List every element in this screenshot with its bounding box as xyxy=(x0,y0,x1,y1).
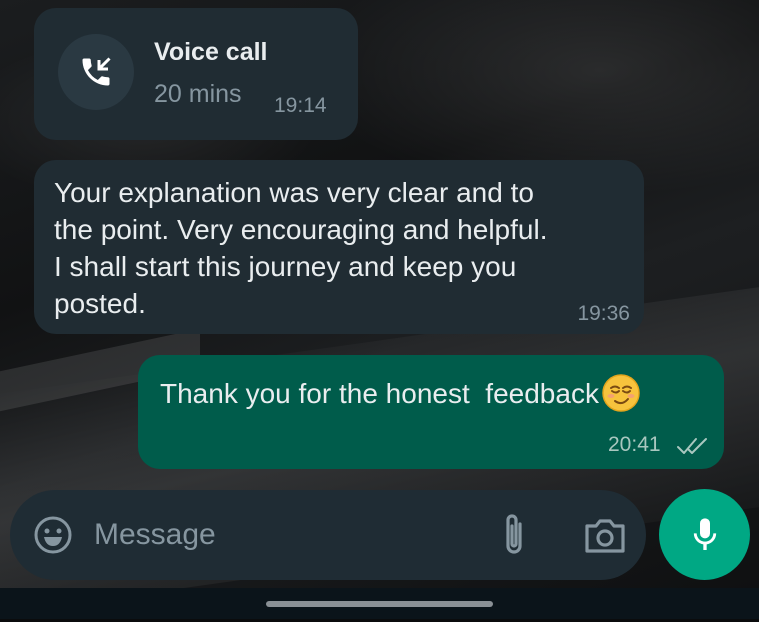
incoming-call-icon xyxy=(58,34,134,110)
outgoing-message-bubble[interactable]: Thank you for the honest feedback 20:41 xyxy=(138,355,724,469)
smirking-face-emoji xyxy=(602,374,640,412)
camera-icon[interactable] xyxy=(583,514,627,556)
message-composer xyxy=(10,490,646,580)
message-text-wrap: Thank you for the honest feedback xyxy=(160,373,641,413)
read-double-check-icon xyxy=(677,438,707,454)
voice-call-bubble[interactable]: Voice call 20 mins 19:14 xyxy=(34,8,358,140)
call-timestamp: 19:14 xyxy=(274,94,327,117)
call-duration: 20 mins xyxy=(154,80,242,108)
message-text: Your explanation was very clear and to t… xyxy=(54,177,548,319)
microphone-icon xyxy=(693,517,716,550)
message-text: Thank you for the honest feedback xyxy=(160,378,599,409)
home-indicator[interactable] xyxy=(266,601,493,607)
paperclip-icon[interactable] xyxy=(496,510,532,560)
message-timestamp: 20:41 xyxy=(608,433,661,456)
emoji-icon[interactable] xyxy=(32,514,74,556)
system-navigation-bar xyxy=(0,588,759,619)
message-timestamp: 19:36 xyxy=(577,302,630,325)
phone-incoming-icon xyxy=(82,57,111,86)
message-input[interactable] xyxy=(94,512,484,558)
incoming-message-bubble[interactable]: Your explanation was very clear and to t… xyxy=(34,160,644,334)
call-title: Voice call xyxy=(154,38,268,66)
microphone-button[interactable] xyxy=(659,489,750,580)
